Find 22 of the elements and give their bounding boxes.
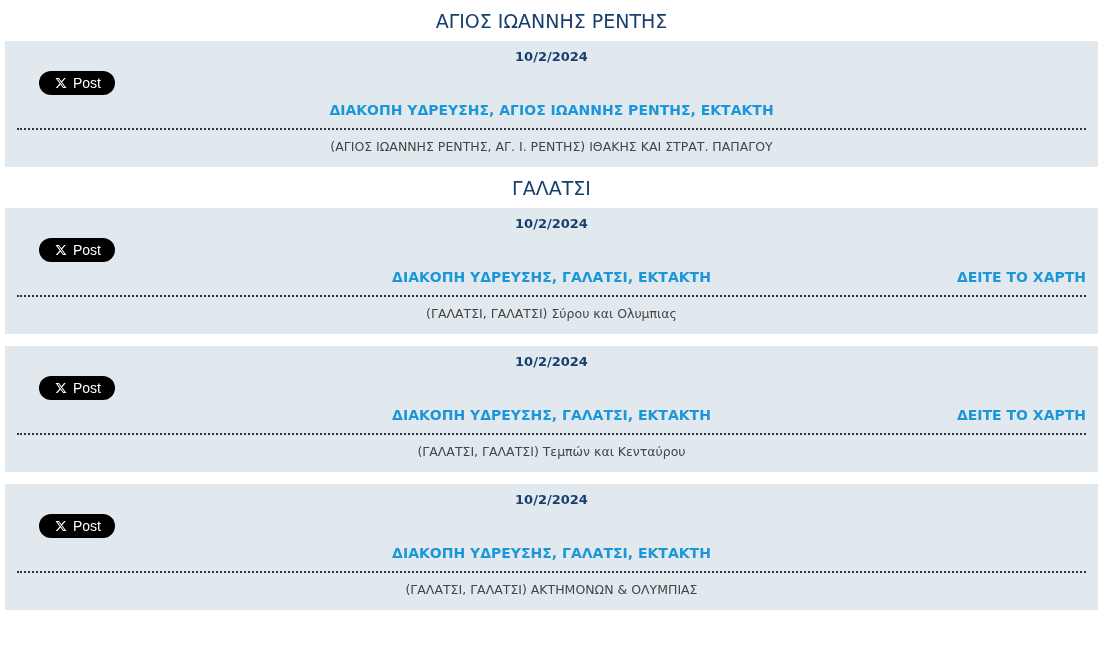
- section-heading: ΑΓΙΟΣ ΙΩΑΝΝΗΣ ΡΕΝΤΗΣ: [434, 9, 669, 34]
- share-button[interactable]: Post: [39, 238, 115, 262]
- share-button[interactable]: Post: [39, 71, 115, 95]
- outage-title: ΔΙΑΚΟΠΗ ΥΔΡΕΥΣΗΣ, ΓΑΛΑΤΣΙ, ΕΚΤΑΚΤΗ: [392, 544, 711, 563]
- share-button[interactable]: Post: [39, 514, 115, 538]
- section-heading: ΓΑΛΑΤΣΙ: [511, 176, 592, 201]
- outage-location: (ΓΑΛΑΤΣΙ, ΓΑΛΑΤΣΙ) Σύρου και Ολυμπιας: [425, 305, 678, 322]
- x-logo-icon: [55, 77, 67, 89]
- outage-date: 10/2/2024: [514, 48, 589, 65]
- x-logo-icon: [55, 520, 67, 532]
- outage-location: (ΓΑΛΑΤΣΙ, ΓΑΛΑΤΣΙ) ΑΚΤΗΜΟΝΩΝ & ΟΛΥΜΠΙΑΣ: [404, 581, 699, 598]
- share-button[interactable]: Post: [39, 376, 115, 400]
- outage-date: 10/2/2024: [514, 491, 589, 508]
- x-logo-icon: [55, 244, 67, 256]
- outage-title: ΔΙΑΚΟΠΗ ΥΔΡΕΥΣΗΣ, ΓΑΛΑΤΣΙ, ΕΚΤΑΚΤΗ: [392, 268, 711, 287]
- outage-location: (ΑΓΙΟΣ ΙΩΑΝΝΗΣ ΡΕΝΤΗΣ, ΑΓ. Ι. ΡΕΝΤΗΣ) ΙΘΑΚΗΣ ΚΑΙ ΣΤΡΑΤ. ΠΑΠΑΓΟΥ: [329, 138, 774, 155]
- x-logo-icon: [55, 382, 67, 394]
- outage-location: (ΓΑΛΑΤΣΙ, ΓΑΛΑΤΣΙ) Τεμπών και Κενταύρου: [416, 443, 687, 460]
- outage-title: ΔΙΑΚΟΠΗ ΥΔΡΕΥΣΗΣ, ΓΑΛΑΤΣΙ, ΕΚΤΑΚΤΗ: [392, 406, 711, 425]
- outage-date: 10/2/2024: [514, 353, 589, 370]
- outage-title: ΔΙΑΚΟΠΗ ΥΔΡΕΥΣΗΣ, ΑΓΙΟΣ ΙΩΑΝΝΗΣ ΡΕΝΤΗΣ, ΕΚΤΑΚΤΗ: [329, 101, 774, 120]
- outage-date: 10/2/2024: [514, 215, 589, 232]
